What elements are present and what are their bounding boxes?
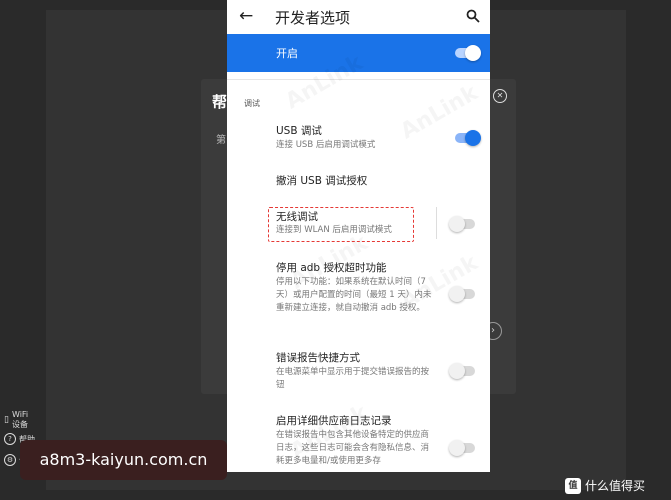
list-item-vendor-logging[interactable]: 启用详细供应商日志记录 在错误报告中包含其他设备特定的供应商日志，这些日志可能会… <box>276 414 436 468</box>
settings-icon: ⚙ <box>4 454 16 466</box>
vendor-logging-toggle[interactable] <box>449 440 475 456</box>
close-icon[interactable]: ✕ <box>493 89 507 103</box>
search-icon[interactable] <box>466 8 480 27</box>
item-title: 撤消 USB 调试授权 <box>276 175 368 187</box>
list-item-bug-report-shortcut[interactable]: 错误报告快捷方式 在电源菜单中显示用于提交错误报告的按钮 <box>276 351 436 392</box>
url-banner: a8m3-kaiyun.com.cn <box>20 440 227 480</box>
sidebar-item-label: WiFi设备 <box>11 410 29 429</box>
background-dialog-title: 帮 <box>212 93 228 111</box>
brand-logo: 值 什么值得买 <box>565 477 645 494</box>
divider <box>436 207 437 239</box>
brand-text: 什么值得买 <box>585 479 646 493</box>
back-arrow-icon[interactable]: ← <box>239 6 253 26</box>
item-subtitle: 连接 USB 后启用调试模式 <box>276 140 376 150</box>
bug-report-toggle[interactable] <box>449 363 475 379</box>
item-subtitle: 停用以下功能：如果系统在默认时间（7 天）或用户配置的时间（最短 1 天）内未重… <box>276 277 432 313</box>
list-item-adb-timeout[interactable]: 停用 adb 授权超时功能 停用以下功能：如果系统在默认时间（7 天）或用户配置… <box>276 261 436 315</box>
page-title: 开发者选项 <box>275 9 351 27</box>
adb-timeout-toggle[interactable] <box>449 286 475 302</box>
item-title: 停用 adb 授权超时功能 <box>276 262 387 274</box>
wireless-debugging-toggle[interactable] <box>449 216 475 232</box>
background-dialog-text: 第 <box>216 135 226 146</box>
item-title: 启用详细供应商日志记录 <box>276 415 392 427</box>
usb-debugging-toggle[interactable] <box>455 130 481 146</box>
brand-badge: 值 <box>565 477 581 494</box>
divider <box>227 79 490 80</box>
app-bar: ← 开发者选项 <box>227 0 490 34</box>
master-switch-label: 开启 <box>276 47 298 60</box>
highlight-annotation <box>268 207 414 242</box>
list-item-usb-debugging[interactable]: USB 调试 连接 USB 后启用调试模式 <box>276 124 446 152</box>
item-title: USB 调试 <box>276 125 322 137</box>
wifi-icon: ▯ <box>4 415 9 425</box>
item-subtitle: 在错误报告中包含其他设备特定的供应商日志，这些日志可能会含有隐私信息、消耗更多电… <box>276 430 430 466</box>
item-subtitle: 在电源菜单中显示用于提交错误报告的按钮 <box>276 367 430 390</box>
help-icon: ? <box>4 433 16 445</box>
master-toggle[interactable] <box>455 45 481 61</box>
sidebar-item-wifi[interactable]: ▯ WiFi设备 <box>4 410 34 430</box>
list-item-revoke-usb-auth[interactable]: 撤消 USB 调试授权 <box>276 174 446 188</box>
item-title: 错误报告快捷方式 <box>276 352 360 364</box>
section-header: 调试 <box>244 99 260 108</box>
